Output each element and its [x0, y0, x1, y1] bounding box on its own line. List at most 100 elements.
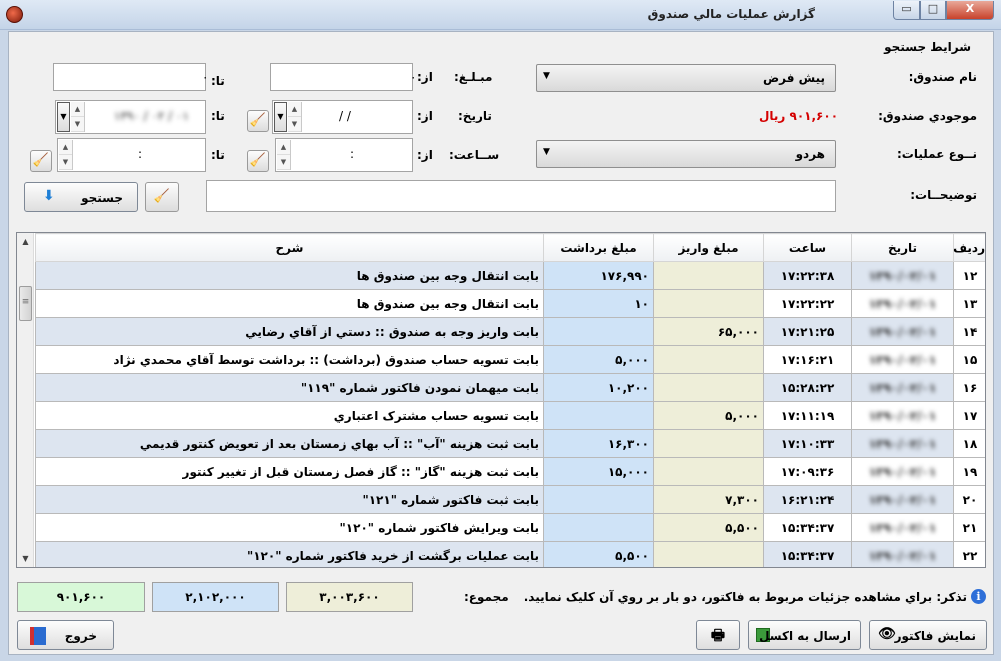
- table-row[interactable]: ۱۲ ۱۳۹۰/۰۲/۰۱ ۱۷:۲۲:۳۸ ۱۷۶,۹۹۰ بابت انتقال و…: [35, 261, 985, 290]
- amount-from-label: از:: [417, 70, 433, 84]
- date-to-label: تا:: [211, 109, 225, 123]
- cell-row-number: ۱۵: [953, 345, 985, 374]
- exit-button[interactable]: خروج: [17, 620, 114, 650]
- spin-up-icon[interactable]: ▲: [59, 140, 72, 155]
- table-row[interactable]: ۱۴ ۱۳۹۰/۰۲/۰۱ ۱۷:۲۱:۲۵ ۶۵,۰۰۰ بابت واريز وجه…: [35, 317, 985, 346]
- spin-down-icon[interactable]: ▼: [288, 117, 301, 132]
- cell-time: ۱۷:۰۹:۳۶: [763, 457, 852, 486]
- spin-down-icon[interactable]: ▼: [71, 117, 84, 132]
- maximize-button[interactable]: □: [920, 1, 946, 20]
- cell-description: بابت عمليات برگشت از خريد فاكتور شماره "…: [35, 541, 544, 567]
- col-header-withdraw[interactable]: مبلغ برداشت: [543, 233, 654, 262]
- show-invoice-button[interactable]: 👁 نمايش فاكتور: [869, 620, 987, 650]
- cell-time: ۱۷:۱۱:۱۹: [763, 401, 852, 430]
- cell-row-number: ۱۲: [953, 261, 985, 290]
- print-button[interactable]: 🖶: [696, 620, 740, 650]
- cell-withdraw: ۱۶,۳۰۰: [543, 429, 654, 458]
- col-header-row[interactable]: رديف: [953, 233, 985, 262]
- cell-date: ۱۳۹۰/۰۲/۰۱: [851, 261, 954, 290]
- cell-withdraw: [543, 513, 654, 542]
- cell-row-number: ۲۲: [953, 541, 985, 567]
- scroll-up-icon[interactable]: ▲: [18, 233, 33, 250]
- scroll-thumb[interactable]: ≡: [19, 286, 32, 321]
- operation-type-select[interactable]: هردو ▼: [536, 140, 836, 168]
- broom-icon: 🧹: [249, 153, 267, 168]
- cell-description: بابت ثبت هزينه "آب" :: آب بهاي زمستان بع…: [35, 429, 544, 458]
- main-panel: شرايط جستجو نام صندوق: پيش فرض ▼ مبـلـغ:…: [8, 31, 994, 655]
- time-from-value: :: [350, 147, 355, 161]
- col-header-deposit[interactable]: مبلغ واريز: [653, 233, 764, 262]
- description-input[interactable]: [206, 180, 836, 212]
- exit-door-icon: [30, 627, 46, 645]
- table-row[interactable]: ۱۵ ۱۳۹۰/۰۲/۰۱ ۱۷:۱۶:۲۱ ۵,۰۰۰ بابت تسويه حساب…: [35, 345, 985, 374]
- spin-up-icon[interactable]: ▲: [288, 102, 301, 117]
- scroll-down-icon[interactable]: ▼: [18, 550, 33, 567]
- clear-date-from-button[interactable]: 🧹: [247, 110, 269, 132]
- table-row[interactable]: ۲۲ ۱۳۹۰/۰۲/۰۱ ۱۵:۳۴:۳۷ ۵,۵۰۰ بابت عمليات برگ…: [35, 541, 985, 567]
- cell-date: ۱۳۹۰/۰۲/۰۱: [851, 345, 954, 374]
- spin-up-icon[interactable]: ▲: [71, 102, 84, 117]
- minimize-button[interactable]: ▭: [893, 1, 920, 20]
- spin-down-icon[interactable]: ▼: [277, 155, 290, 170]
- time-to-picker[interactable]: ▲ ▼ :: [57, 138, 206, 172]
- table-row[interactable]: ۱۷ ۱۳۹۰/۰۲/۰۱ ۱۷:۱۱:۱۹ ۵,۰۰۰ بابت تسويه حساب…: [35, 401, 985, 430]
- spin-down-icon[interactable]: ▼: [59, 155, 72, 170]
- col-header-time[interactable]: ساعت: [763, 233, 852, 262]
- table-row[interactable]: ۲۰ ۱۳۹۰/۰۲/۰۱ ۱۶:۲۱:۲۴ ۷,۳۰۰ بابت ثبت فاكتور…: [35, 485, 985, 514]
- cell-deposit: [653, 541, 764, 567]
- cell-deposit: [653, 289, 764, 318]
- calendar-dropdown-button[interactable]: ▼: [57, 102, 70, 132]
- table-row[interactable]: ۱۶ ۱۳۹۰/۰۲/۰۱ ۱۵:۲۸:۲۲ ۱۰,۲۰۰ بابت ميهمان نم…: [35, 373, 985, 402]
- sum-deposit: ۳,۰۰۳,۶۰۰: [286, 582, 413, 612]
- spin-up-icon[interactable]: ▲: [277, 140, 290, 155]
- date-from-value: / /: [339, 109, 351, 123]
- col-header-date[interactable]: تاريخ: [851, 233, 954, 262]
- clear-all-button[interactable]: 🧹: [145, 182, 179, 212]
- app-icon[interactable]: [6, 6, 23, 23]
- clear-time-from-button[interactable]: 🧹: [247, 150, 269, 172]
- cell-row-number: ۱۴: [953, 317, 985, 346]
- date-to-spinner[interactable]: ▲ ▼: [71, 102, 85, 132]
- amount-from-input[interactable]: ۰: [270, 63, 416, 91]
- date-from-picker[interactable]: ▼ ▲ ▼ / /: [272, 100, 413, 134]
- cell-row-number: ۱۷: [953, 401, 985, 430]
- time-to-spinner[interactable]: ▲ ▼: [59, 140, 73, 170]
- cell-withdraw: [543, 401, 654, 430]
- cell-description: بابت واريز وجه به صندوق :: دستي از آقاي …: [35, 317, 544, 346]
- col-header-description[interactable]: شرح: [35, 233, 544, 262]
- amount-to-input[interactable]: ۰: [53, 63, 208, 91]
- cell-deposit: [653, 457, 764, 486]
- cell-date: ۱۳۹۰/۰۲/۰۱: [851, 429, 954, 458]
- cell-withdraw: ۵,۰۰۰: [543, 345, 654, 374]
- cell-time: ۱۷:۲۲:۳۸: [763, 261, 852, 290]
- operation-type-value: هردو: [795, 147, 825, 161]
- cell-time: ۱۷:۲۱:۲۵: [763, 317, 852, 346]
- table-row[interactable]: ۲۱ ۱۳۹۰/۰۲/۰۱ ۱۵:۳۴:۳۷ ۵,۵۰۰ بابت ويرايش فاك…: [35, 513, 985, 542]
- time-from-label: از:: [417, 148, 433, 162]
- table-row[interactable]: ۱۳ ۱۳۹۰/۰۲/۰۱ ۱۷:۲۲:۲۲ ۱۰ بابت انتقال وجه بي…: [35, 289, 985, 318]
- arrow-down-icon: ⬇: [43, 188, 55, 204]
- cell-date: ۱۳۹۰/۰۲/۰۱: [851, 373, 954, 402]
- export-excel-button[interactable]: ارسال به اكسل: [748, 620, 861, 650]
- fund-name-select[interactable]: پيش فرض ▼: [536, 64, 836, 92]
- table-row[interactable]: ۱۹ ۱۳۹۰/۰۲/۰۱ ۱۷:۰۹:۳۶ ۱۵,۰۰۰ بابت ثبت هزينه…: [35, 457, 985, 486]
- cell-row-number: ۲۰: [953, 485, 985, 514]
- printer-icon: 🖶: [710, 626, 726, 644]
- search-button[interactable]: ⬇ جستجو: [24, 182, 138, 212]
- cell-withdraw: ۱۰: [543, 289, 654, 318]
- date-to-picker[interactable]: ▼ ▲ ▼ ۱۳۹۰ / ۰۲ / ۰۱: [55, 100, 206, 134]
- date-from-spinner[interactable]: ▲ ▼: [288, 102, 302, 132]
- cell-withdraw: ۱۰,۲۰۰: [543, 373, 654, 402]
- fund-name-label: نام صندوق:: [908, 70, 977, 84]
- time-from-picker[interactable]: ▲ ▼ :: [275, 138, 413, 172]
- clear-time-to-button[interactable]: 🧹: [30, 150, 52, 172]
- amount-label: مبـلـغ:: [454, 70, 493, 84]
- vertical-scrollbar[interactable]: ▲ ≡ ▼: [17, 233, 34, 567]
- close-button[interactable]: X: [946, 1, 994, 20]
- table-row[interactable]: ۱۸ ۱۳۹۰/۰۲/۰۱ ۱۷:۱۰:۳۳ ۱۶,۳۰۰ بابت ثبت هزينه…: [35, 429, 985, 458]
- time-from-spinner[interactable]: ▲ ▼: [277, 140, 291, 170]
- operations-table[interactable]: ▲ ≡ ▼ رديف تاريخ ساعت مبلغ واريز مبلغ بر…: [16, 232, 986, 568]
- calendar-dropdown-button[interactable]: ▼: [274, 102, 287, 132]
- cell-date: ۱۳۹۰/۰۲/۰۱: [851, 289, 954, 318]
- cell-date: ۱۳۹۰/۰۲/۰۱: [851, 457, 954, 486]
